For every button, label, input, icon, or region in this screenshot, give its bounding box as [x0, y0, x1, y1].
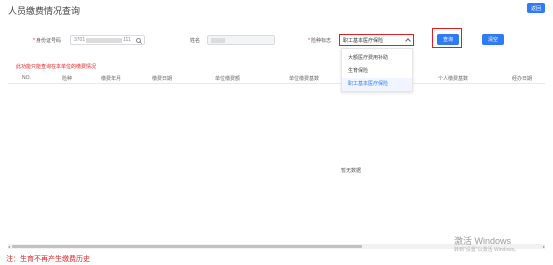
dropdown-option[interactable]: 生育保险 [342, 65, 412, 78]
idcard-prefix: 3701 [74, 37, 86, 43]
insurance-selected-value: 职工基本医疗保险 [343, 37, 384, 44]
empty-state-text: 暂无数据 [341, 168, 362, 174]
search-icon[interactable] [136, 37, 141, 43]
idcard-label-text: 身份证号码 [35, 38, 61, 44]
windows-activation-subtitle: 转到"设置"以激活 Windows。 [454, 247, 520, 253]
column-header: 险种 [62, 76, 73, 82]
insurance-label: *险种标志 [308, 37, 331, 44]
idcard-input[interactable]: 3701 111 [70, 35, 145, 45]
insurance-select[interactable]: 职工基本医疗保险 [339, 34, 414, 46]
table-header: NO. 险种 缴费年月 缴费日期 单位缴费额 单位缴费基数 个人缴费基数 经办日… [8, 71, 545, 84]
dropdown-option-selected[interactable]: 职工基本医疗保险 [342, 78, 412, 91]
scrollbar-thumb[interactable] [12, 245, 362, 248]
column-header: 个人缴费基数 [438, 76, 469, 82]
required-mark: * [33, 38, 35, 44]
chevron-up-icon [405, 38, 411, 44]
footnote: 注：生育不再产生缴费历史 [6, 256, 90, 263]
query-button[interactable]: 查询 [437, 34, 459, 45]
clear-button[interactable]: 清空 [482, 34, 504, 45]
dropdown-option[interactable]: 大额医疗费用补助 [342, 52, 412, 65]
notice-text: 此功能只能查询在本单位的缴费情况 [16, 64, 97, 70]
name-label: 姓名 [190, 38, 201, 44]
column-header: 缴费日期 [152, 76, 173, 82]
column-header: 经办日期 [512, 76, 533, 82]
insurance-dropdown: 大额医疗费用补助 生育保险 职工基本医疗保险 [341, 48, 413, 92]
idcard-suffix: 111 [123, 37, 131, 43]
column-header: 单位缴费额 [215, 76, 241, 82]
scroll-right-arrow-icon[interactable]: ▸ [543, 244, 545, 249]
required-mark: * [308, 38, 310, 44]
name-mask [211, 37, 225, 43]
column-header: NO. [22, 75, 31, 81]
insurance-label-text: 险种标志 [310, 38, 331, 44]
name-field[interactable] [207, 35, 275, 45]
idcard-label: *身份证号码 [33, 37, 61, 44]
return-button[interactable]: 返回 [527, 3, 545, 13]
scroll-left-arrow-icon[interactable]: ◂ [8, 244, 10, 249]
page-title: 人员缴费情况查询 [8, 6, 81, 16]
column-header: 缴费年月 [101, 76, 122, 82]
idcard-mask [86, 37, 123, 43]
column-header: 单位缴费基数 [289, 76, 320, 82]
